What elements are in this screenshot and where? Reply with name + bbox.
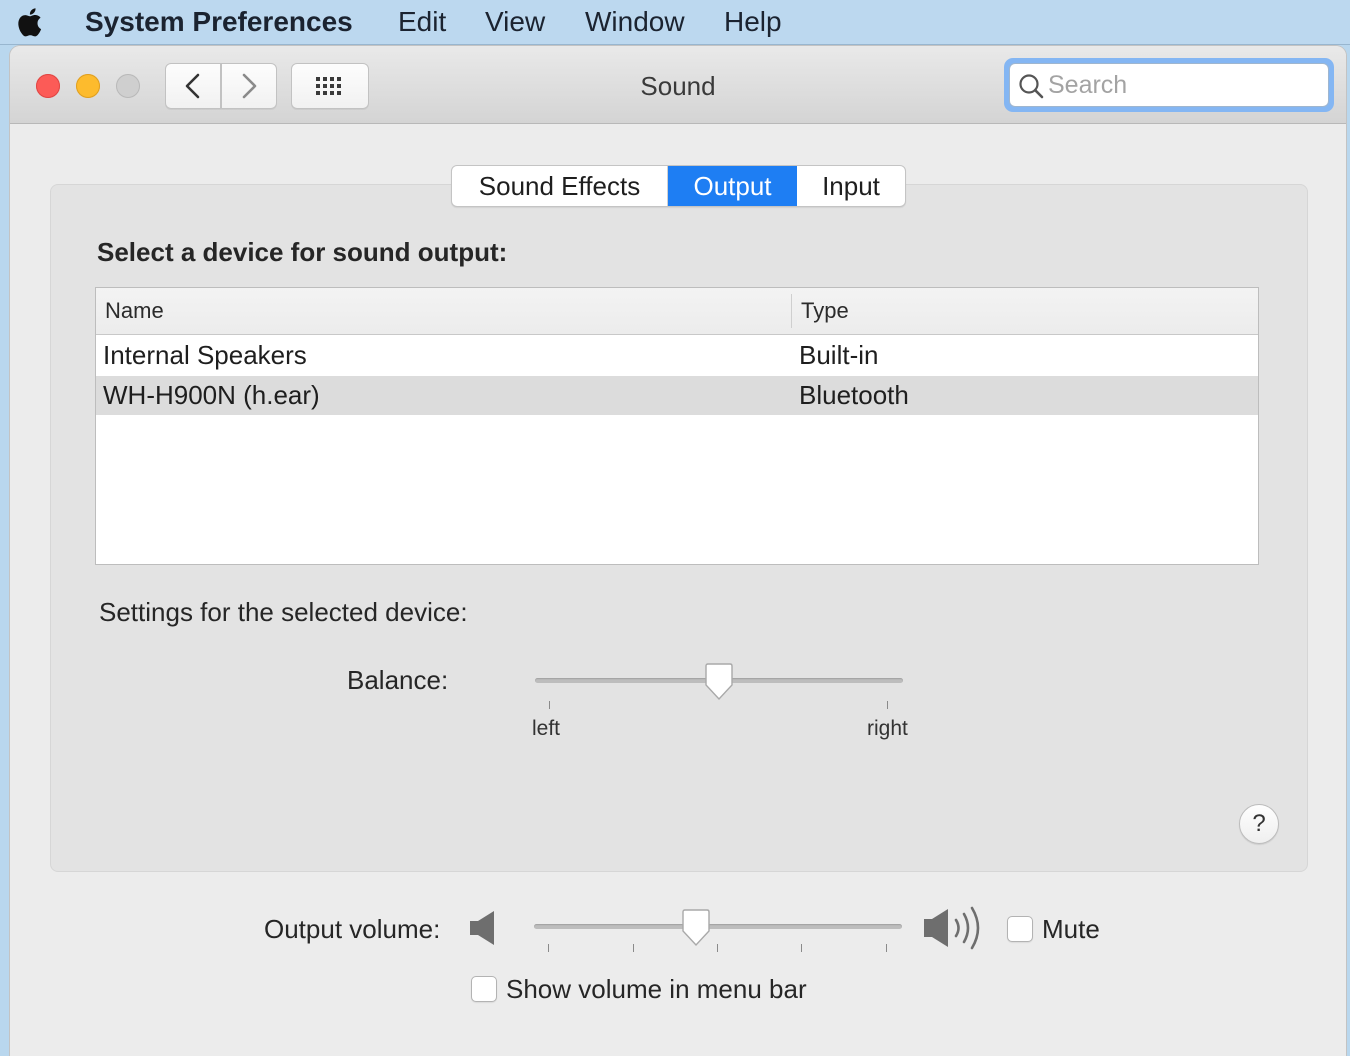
device-name-cell: Internal Speakers — [103, 340, 307, 370]
search-input[interactable] — [1048, 64, 1318, 106]
volume-slider-track — [534, 924, 902, 929]
output-volume-label: Output volume: — [264, 914, 441, 944]
volume-tick — [717, 944, 718, 952]
window-titlebar: Sound — [10, 46, 1346, 124]
balance-right-label: right — [867, 717, 908, 740]
balance-slider[interactable] — [535, 663, 903, 703]
column-divider — [791, 294, 792, 328]
device-type-cell: Bluetooth — [799, 380, 909, 410]
sound-preferences-window: Sound Select a device for sound output: … — [10, 46, 1346, 1056]
mute-label[interactable]: Mute — [1042, 914, 1100, 945]
apple-logo-icon[interactable] — [14, 4, 48, 40]
volume-tick — [548, 944, 549, 952]
show-volume-in-menu-bar-checkbox[interactable] — [471, 976, 497, 1002]
mute-checkbox[interactable] — [1007, 916, 1033, 942]
search-field[interactable] — [1009, 63, 1329, 107]
output-panel: Select a device for sound output: Name T… — [50, 184, 1308, 872]
balance-left-label: left — [532, 717, 561, 740]
help-button[interactable]: ? — [1239, 804, 1279, 844]
search-field-focus-ring — [1004, 58, 1334, 112]
column-header-type[interactable]: Type — [801, 288, 849, 334]
tab-sound-effects[interactable]: Sound Effects — [452, 166, 668, 206]
menu-window[interactable]: Window — [585, 0, 685, 44]
settings-label: Settings for the selected device: — [99, 597, 468, 627]
sound-tabs: Sound Effects Output Input — [451, 165, 906, 207]
menu-edit[interactable]: Edit — [398, 0, 446, 44]
menu-view[interactable]: View — [485, 0, 545, 44]
column-header-name[interactable]: Name — [105, 288, 164, 334]
output-volume-slider[interactable] — [534, 909, 902, 952]
table-header: Name Type — [96, 288, 1258, 335]
balance-label: Balance: — [347, 665, 449, 695]
volume-tick — [633, 944, 634, 952]
search-icon — [1019, 74, 1044, 99]
volume-slider-knob[interactable] — [679, 909, 713, 949]
device-name-cell: WH-H900N (h.ear) — [103, 380, 320, 410]
output-device-heading: Select a device for sound output: — [97, 237, 508, 267]
balance-tick-right — [887, 701, 888, 709]
menu-help[interactable]: Help — [724, 0, 782, 44]
show-volume-in-menu-bar-label[interactable]: Show volume in menu bar — [506, 974, 807, 1005]
menu-app-system-preferences[interactable]: System Preferences — [85, 0, 353, 44]
volume-tick — [801, 944, 802, 952]
speaker-low-icon — [470, 911, 494, 945]
table-row[interactable]: WH-H900N (h.ear) Bluetooth — [96, 376, 1258, 415]
output-device-table: Name Type Internal Speakers Built-in WH-… — [95, 287, 1259, 565]
table-row[interactable]: Internal Speakers Built-in — [96, 336, 1258, 375]
balance-tick-left — [549, 701, 550, 709]
menu-bar: System Preferences Edit View Window Help — [0, 0, 1350, 45]
speaker-high-icon — [924, 906, 980, 950]
device-type-cell: Built-in — [799, 340, 879, 370]
volume-tick — [886, 944, 887, 952]
tab-output[interactable]: Output — [668, 166, 797, 206]
balance-slider-knob[interactable] — [702, 663, 736, 703]
tab-input[interactable]: Input — [797, 166, 905, 206]
